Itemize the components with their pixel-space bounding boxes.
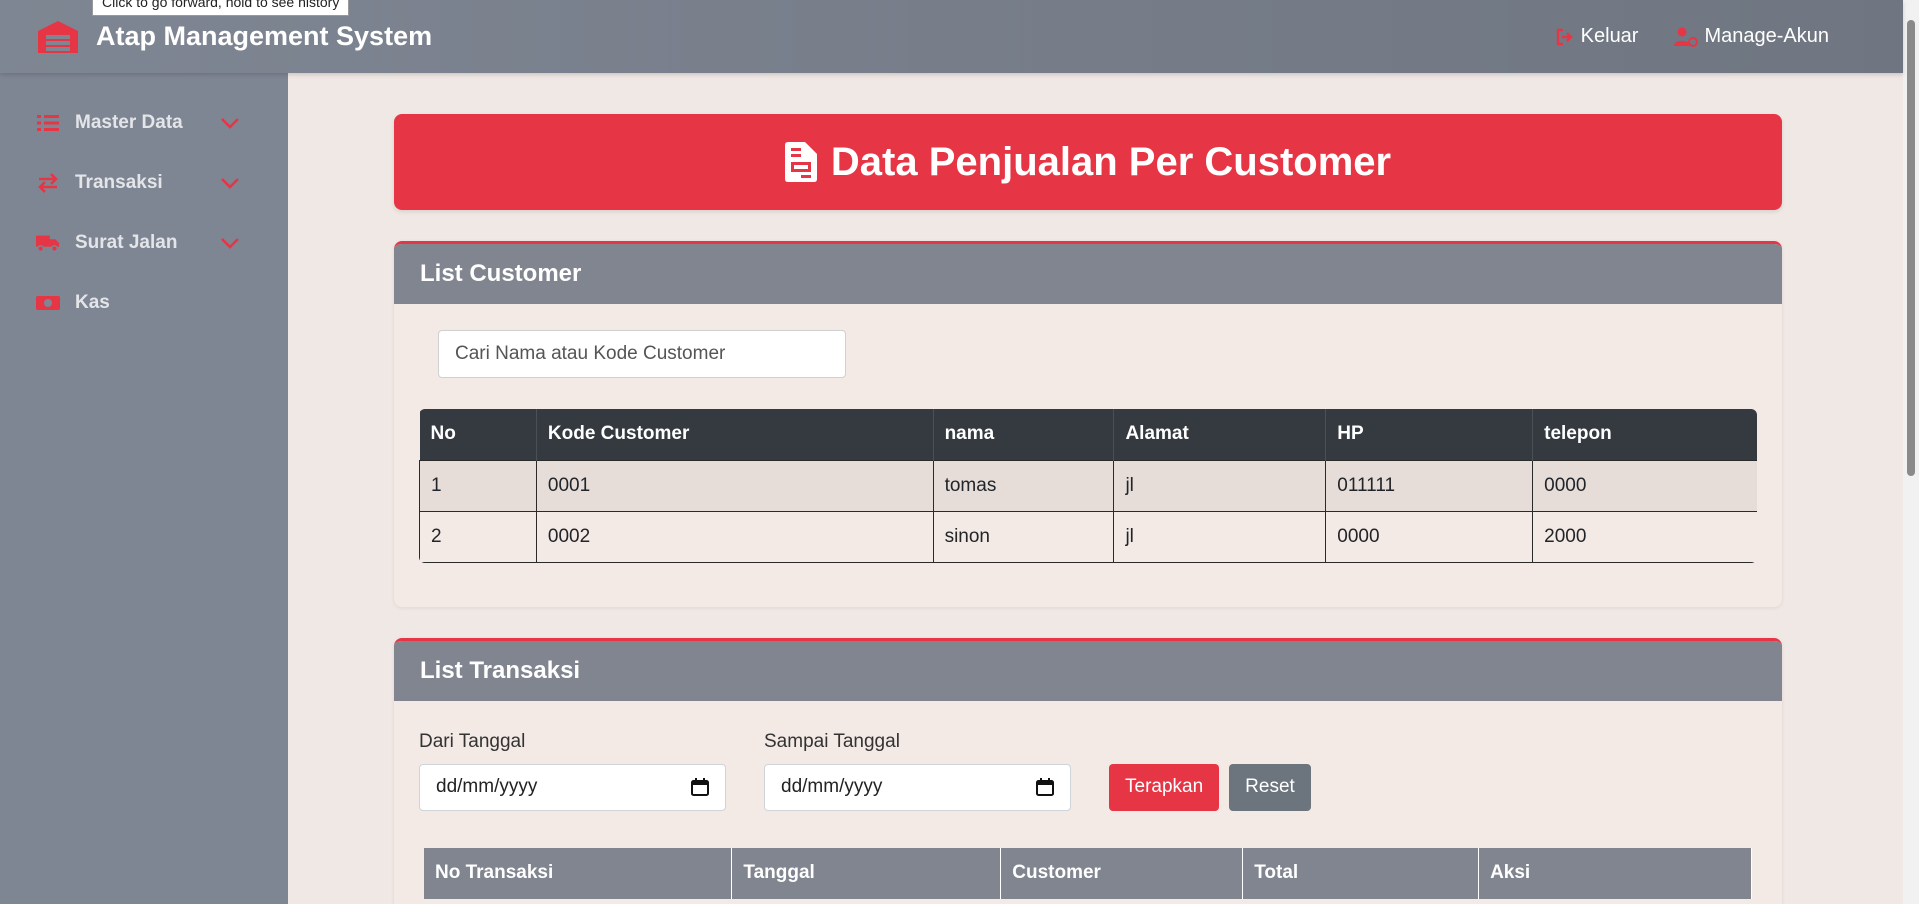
sidebar-item-master-data[interactable]: Master Data [0,93,288,153]
sign-out-icon [1556,28,1573,45]
from-date-input[interactable]: dd/mm/yyyy [419,763,726,811]
sidebar-item-transaksi[interactable]: Transaksi [0,153,288,213]
sidebar-item-label: Transaksi [75,172,163,193]
calendar-icon[interactable] [691,778,709,796]
money-icon [36,291,60,315]
table-cell: 0000 [1532,459,1757,512]
chevron-down-icon [221,178,239,189]
manage-account-link[interactable]: Manage-Akun [1674,25,1829,48]
from-date-value: dd/mm/yyyy [436,776,538,797]
table-cell: sinon [932,510,1115,563]
sidebar-item-label: Master Data [75,112,183,133]
exchange-icon [36,171,60,195]
logout-link[interactable]: Keluar [1555,25,1639,48]
table-row[interactable]: 2 0002 sinon jl 0000 2000 [419,510,1757,563]
customer-table: No Kode Customer nama Alamat HP telepon … [419,409,1757,563]
sidebar-item-kas[interactable]: Kas [0,273,288,333]
page-header: Data Penjualan Per Customer [394,114,1782,210]
table-cell: tomas [932,459,1115,512]
browser-tooltip: Click to go forward, hold to see history [92,0,350,16]
apply-button[interactable]: Terapkan [1109,763,1220,811]
to-date-input[interactable]: dd/mm/yyyy [764,763,1071,811]
logout-label: Keluar [1580,25,1639,47]
to-date-value: dd/mm/yyyy [781,776,883,797]
warehouse-icon [38,20,78,53]
sidebar-item-label: Surat Jalan [75,232,178,253]
column-header[interactable]: No [419,409,537,460]
column-header[interactable]: HP [1325,409,1534,460]
table-cell: 1 [419,459,537,512]
customer-card: List Customer No Kode Customer nama Alam… [394,241,1782,607]
column-header[interactable]: Aksi [1478,847,1752,899]
reset-button[interactable]: Reset [1229,763,1311,811]
table-cell: 011111 [1325,459,1534,512]
column-header[interactable]: Customer [1000,847,1244,899]
column-header[interactable]: Tanggal [731,847,1002,899]
column-header[interactable]: No Transaksi [424,847,733,899]
column-header[interactable]: Kode Customer [536,409,934,460]
scrollbar-thumb[interactable] [1907,20,1915,476]
page-title: Data Penjualan Per Customer [830,139,1392,184]
table-cell: 0001 [535,459,934,512]
column-header[interactable]: Total [1242,847,1480,899]
column-header[interactable]: nama [933,409,1115,460]
file-invoice-icon [784,142,817,182]
page-scrollbar[interactable] [1903,0,1919,904]
calendar-icon[interactable] [1036,778,1054,796]
truck-icon [36,231,60,255]
manage-account-label: Manage-Akun [1704,25,1829,47]
column-header[interactable]: Alamat [1113,409,1327,460]
sidebar-item-surat-jalan[interactable]: Surat Jalan [0,213,288,273]
chevron-down-icon [221,118,239,129]
customer-card-title: List Customer [394,244,1782,304]
sidebar-item-label: Kas [75,292,110,313]
transaction-card-title: List Transaksi [394,640,1782,701]
table-cell: jl [1113,459,1327,512]
customer-search-input[interactable] [438,330,846,378]
table-cell: jl [1113,510,1327,563]
table-cell: 2000 [1532,510,1757,563]
main-content: Data Penjualan Per Customer List Custome… [394,114,1782,904]
table-cell: 0002 [535,510,934,563]
app-title: Atap Management System [96,21,433,51]
table-row[interactable]: 1 0001 tomas jl 011111 0000 [419,459,1757,512]
brand[interactable]: Atap Management System [36,19,432,55]
transaction-table: No Transaksi Tanggal Customer Total Aksi [424,847,1752,899]
column-header[interactable]: telepon [1532,409,1757,460]
chevron-down-icon [221,238,239,249]
from-date-label: Dari Tanggal [419,730,526,752]
user-cog-icon [1674,27,1699,47]
transaction-card: List Transaksi Dari Tanggal dd/mm/yyyy S… [394,637,1782,904]
to-date-label: Sampai Tanggal [764,730,900,752]
sidebar: Master Data Transaksi Surat Jalan Kas [0,73,288,904]
table-cell: 0000 [1325,510,1534,563]
table-cell: 2 [419,510,537,563]
list-icon [36,111,60,135]
